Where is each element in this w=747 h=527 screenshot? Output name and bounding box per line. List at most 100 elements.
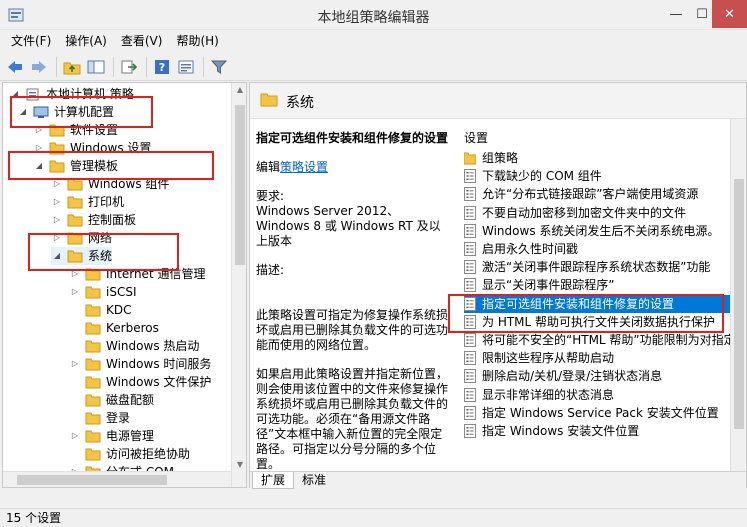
- scroll-up-arrow-icon[interactable]: ▲: [232, 85, 246, 94]
- setting-item[interactable]: 显示“关闭事件跟踪程序”: [464, 276, 744, 294]
- back-button[interactable]: [4, 56, 26, 78]
- setting-item[interactable]: 允许“分布式链接跟踪”客户端使用域资源: [464, 185, 744, 203]
- section-title: 系统: [286, 95, 314, 111]
- tree-item[interactable]: ▷ Windows 组件: [51, 175, 169, 193]
- tree-item[interactable]: Windows 文件保护: [69, 373, 211, 391]
- expand-arrow-icon[interactable]: ▷: [69, 358, 81, 370]
- expand-arrow-icon[interactable]: ▷: [33, 124, 45, 136]
- properties-button[interactable]: [175, 56, 197, 78]
- setting-item[interactable]: 为 HTML 帮助可执行文件关闭数据执行保护: [464, 313, 744, 331]
- close-button[interactable]: ✕: [712, 0, 747, 28]
- policy-setting-icon: [464, 387, 476, 402]
- tree-item[interactable]: ▷ iSCSI: [69, 283, 137, 301]
- tree-item-label: 计算机配置: [54, 105, 115, 119]
- expand-arrow-icon[interactable]: ▷: [69, 286, 81, 298]
- tree-item[interactable]: 访问被拒绝协助: [69, 445, 190, 463]
- setting-item[interactable]: 不要自动加密移到加密文件夹中的文件: [464, 204, 744, 222]
- requirements-text: Windows Server 2012、Windows 8 或 Windows …: [256, 204, 441, 248]
- tree-item[interactable]: ▷ 控制面板: [51, 211, 136, 229]
- settings-scroll-thumb[interactable]: [734, 179, 744, 429]
- setting-item[interactable]: Windows 系统关闭发生后不关闭系统电源。: [464, 222, 744, 240]
- setting-item[interactable]: 指定 Windows 安装文件位置: [464, 422, 744, 440]
- title-bar: 本地组策略编辑器 — ☐ ✕: [0, 0, 747, 30]
- expand-arrow-icon[interactable]: ▷: [51, 232, 63, 244]
- folder-icon: [67, 214, 83, 226]
- tree-item[interactable]: ▷ 电源管理: [69, 427, 154, 445]
- setting-item[interactable]: 显示非常详细的状态消息: [464, 386, 744, 404]
- tree-scroll-thumb[interactable]: [235, 105, 245, 265]
- menu-action[interactable]: 操作(A): [58, 31, 114, 51]
- tree-item[interactable]: ▷ 网络: [51, 229, 112, 247]
- folder-icon: [85, 412, 101, 424]
- tree-horizontal-scrollbar[interactable]: [3, 471, 231, 487]
- setting-item-label: 删除启动/关机/登录/注销状态消息: [482, 369, 663, 384]
- collapse-arrow-icon[interactable]: ◢: [9, 88, 21, 100]
- expand-arrow-icon[interactable]: ▷: [51, 178, 63, 190]
- edit-policy-link[interactable]: 策略设置: [280, 160, 328, 174]
- setting-item[interactable]: 下载缺少的 COM 组件: [464, 167, 744, 185]
- settings-column-header[interactable]: 设置: [464, 129, 488, 146]
- setting-item[interactable]: 指定 Windows Service Pack 安装文件位置: [464, 404, 744, 422]
- folder-icon: [464, 152, 476, 165]
- menu-help[interactable]: 帮助(H): [169, 31, 225, 51]
- tree-item-label: Windows 热启动: [106, 339, 200, 353]
- export-list-button[interactable]: [118, 56, 140, 78]
- folder-icon: [85, 394, 101, 406]
- collapse-arrow-icon[interactable]: ◢: [33, 160, 45, 172]
- setting-item[interactable]: 激活“关闭事件跟踪程序系统状态数据”功能: [464, 258, 744, 276]
- tab-standard[interactable]: 标准: [294, 472, 334, 489]
- tree-hscroll-thumb[interactable]: [17, 475, 167, 485]
- setting-item-label: 允许“分布式链接跟踪”客户端使用域资源: [482, 187, 699, 202]
- tree-item[interactable]: ▷ 软件设置: [33, 121, 118, 139]
- description-label: 描述:: [256, 263, 285, 277]
- menu-view[interactable]: 查看(V): [114, 31, 170, 51]
- tree-item[interactable]: ◢ 管理模板: [33, 157, 118, 175]
- tree-item[interactable]: ◢ 系统: [51, 247, 113, 265]
- tree-item-label: 系统: [88, 249, 113, 263]
- tree-item[interactable]: ▷ Windows 时间服务: [69, 355, 211, 373]
- tree-item[interactable]: ▷ Internet 通信管理: [69, 265, 206, 283]
- tree-item-label: 打印机: [88, 195, 125, 209]
- expand-arrow-icon[interactable]: ▷: [51, 196, 63, 208]
- filter-button[interactable]: [208, 56, 230, 78]
- expand-arrow-icon[interactable]: ▷: [69, 268, 81, 280]
- settings-folder-item[interactable]: 组策略: [464, 149, 744, 167]
- scroll-down-arrow-icon[interactable]: ▼: [232, 460, 246, 469]
- expand-arrow-icon[interactable]: ▷: [69, 430, 81, 442]
- expand-arrow-icon[interactable]: ▷: [33, 142, 45, 154]
- tree-item[interactable]: Windows 热启动: [69, 337, 199, 355]
- setting-item[interactable]: 删除启动/关机/登录/注销状态消息: [464, 367, 744, 385]
- tree-item[interactable]: ▷ Windows 设置: [33, 139, 151, 157]
- forward-button[interactable]: [28, 56, 50, 78]
- tree-vertical-scrollbar[interactable]: ▲ ▼: [231, 83, 246, 487]
- tab-extended[interactable]: 扩展: [252, 472, 295, 489]
- tree-item[interactable]: 登录: [69, 409, 130, 427]
- tree-item[interactable]: Kerberos: [69, 319, 159, 337]
- menu-file[interactable]: 文件(F): [4, 31, 58, 51]
- expand-arrow-icon[interactable]: ▷: [51, 214, 63, 226]
- tree-item-label: 控制面板: [88, 213, 137, 227]
- folder-icon: [85, 268, 101, 280]
- tree-item-label: 软件设置: [70, 123, 119, 137]
- tree-item[interactable]: KDC: [69, 301, 132, 319]
- show-hide-console-tree-button[interactable]: [85, 56, 107, 78]
- collapse-arrow-icon[interactable]: ◢: [51, 250, 63, 262]
- tree-item[interactable]: ◢ 本地计算机 策略: [9, 85, 134, 103]
- collapse-arrow-icon[interactable]: ◢: [17, 106, 29, 118]
- settings-vertical-scrollbar[interactable]: [730, 119, 746, 471]
- up-one-level-button[interactable]: [61, 56, 83, 78]
- tree-item[interactable]: ▷ 打印机: [51, 193, 124, 211]
- setting-item[interactable]: 启用永久性时间戳: [464, 240, 744, 258]
- properties-icon: [178, 60, 194, 73]
- tree-item[interactable]: ◢ 计算机配置: [17, 103, 114, 121]
- setting-item[interactable]: 限制这些程序从帮助启动: [464, 349, 744, 367]
- folder-icon: [85, 322, 101, 334]
- help-button[interactable]: ?: [151, 56, 173, 78]
- setting-item[interactable]: 指定可选组件安装和组件修复的设置: [464, 294, 744, 313]
- tree-item[interactable]: 磁盘配额: [69, 391, 154, 409]
- window-title: 本地组策略编辑器: [317, 10, 430, 26]
- menu-bar: 文件(F) 操作(A) 查看(V) 帮助(H): [0, 30, 747, 52]
- setting-item[interactable]: 将可能不安全的“HTML 帮助”功能限制为对指定: [464, 331, 744, 349]
- console-tree[interactable]: 关机▷分布式 COM访问被拒绝协助▷电源管理登录磁盘配额Windows 文件保护…: [2, 82, 247, 488]
